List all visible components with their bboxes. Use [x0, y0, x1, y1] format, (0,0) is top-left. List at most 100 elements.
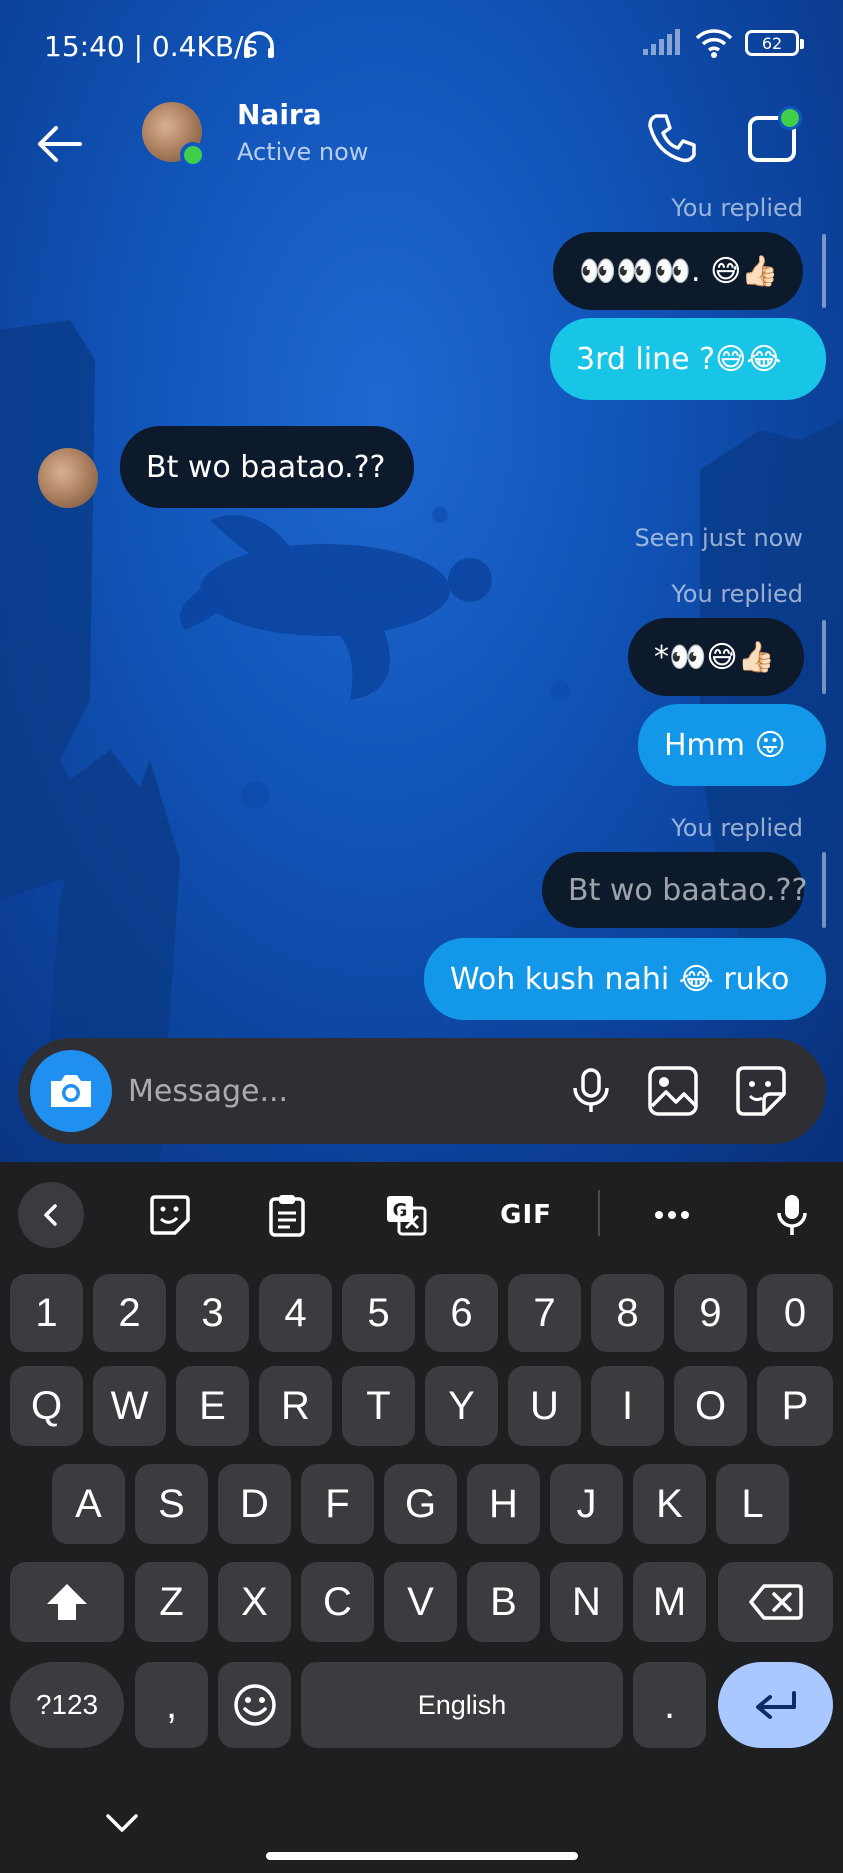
message-composer	[18, 1038, 826, 1144]
message-bubble-sent[interactable]: Woh kush nahi 😂 ruko	[424, 938, 826, 1020]
key-r[interactable]: R	[259, 1366, 332, 1446]
reply-indicator-bar	[822, 852, 826, 928]
key-b[interactable]: B	[467, 1562, 540, 1642]
contact-name[interactable]: Naira	[237, 98, 322, 131]
sticker-icon[interactable]	[734, 1064, 788, 1118]
period-key[interactable]: .	[633, 1662, 706, 1748]
key-l[interactable]: L	[716, 1464, 789, 1544]
key-0[interactable]: 0	[757, 1274, 833, 1352]
chevron-left-icon	[44, 1204, 57, 1226]
key-p[interactable]: P	[757, 1366, 833, 1446]
emoji-icon	[233, 1684, 276, 1726]
microphone-icon[interactable]	[566, 1066, 616, 1116]
emoji-key[interactable]	[218, 1662, 291, 1748]
key-j[interactable]: J	[550, 1464, 623, 1544]
wifi-icon	[695, 29, 733, 58]
key-c[interactable]: C	[301, 1562, 374, 1642]
key-a[interactable]: A	[52, 1464, 125, 1544]
online-indicator	[180, 142, 206, 168]
phone-icon[interactable]	[642, 108, 702, 168]
back-arrow-icon[interactable]	[30, 114, 90, 174]
gallery-icon[interactable]	[646, 1064, 700, 1118]
keyboard-hide-chevron-icon[interactable]	[100, 1802, 144, 1842]
translate-icon: G	[387, 1196, 427, 1236]
status-bar: 15:40 | 0.4KB/s 62	[0, 0, 843, 96]
status-icons: 62	[643, 28, 804, 58]
key-h[interactable]: H	[467, 1464, 540, 1544]
message-bubble-sent[interactable]: Bt wo baatao.??	[542, 852, 807, 928]
gif-label: GIF	[500, 1200, 552, 1230]
enter-key[interactable]	[718, 1662, 833, 1748]
key-2[interactable]: 2	[93, 1274, 166, 1352]
reply-label: You replied	[671, 814, 803, 842]
key-z[interactable]: Z	[135, 1562, 208, 1642]
clipboard-icon	[269, 1195, 305, 1237]
video-notification-dot	[778, 106, 802, 130]
comma-key[interactable]: ,	[135, 1662, 208, 1748]
camera-icon	[51, 1075, 91, 1107]
more-dots-icon	[655, 1211, 689, 1219]
reply-indicator-bar	[822, 620, 826, 694]
key-o[interactable]: O	[674, 1366, 747, 1446]
message-bubble-received[interactable]: Bt wo baatao.??	[120, 426, 414, 508]
home-indicator[interactable]	[266, 1852, 578, 1860]
key-w[interactable]: W	[93, 1366, 166, 1446]
message-bubble-sent[interactable]: 3rd line ?😅😂	[550, 318, 826, 400]
key-n[interactable]: N	[550, 1562, 623, 1642]
symbols-key[interactable]: ?123	[10, 1662, 124, 1748]
key-x[interactable]: X	[218, 1562, 291, 1642]
chat-area: 15:40 | 0.4KB/s 62 Naira Active now You …	[0, 0, 843, 1162]
space-key[interactable]: English	[301, 1662, 623, 1748]
message-bubble-sent[interactable]: *👀😅👍🏻	[628, 618, 804, 696]
key-7[interactable]: 7	[508, 1274, 581, 1352]
message-bubble-sent[interactable]: 👀👀👀. 😅👍🏻	[553, 232, 803, 310]
key-v[interactable]: V	[384, 1562, 457, 1642]
key-y[interactable]: Y	[425, 1366, 498, 1446]
key-g[interactable]: G	[384, 1464, 457, 1544]
sticker-icon	[150, 1195, 190, 1235]
key-3[interactable]: 3	[176, 1274, 249, 1352]
sticker-tool-button[interactable]	[140, 1186, 200, 1244]
voice-input-button[interactable]	[762, 1186, 822, 1244]
microphone-icon	[777, 1195, 807, 1235]
more-options-button[interactable]	[642, 1186, 702, 1244]
key-d[interactable]: D	[218, 1464, 291, 1544]
key-8[interactable]: 8	[591, 1274, 664, 1352]
headphones-icon	[244, 31, 274, 58]
contact-avatar-small[interactable]	[38, 448, 98, 508]
key-m[interactable]: M	[633, 1562, 706, 1642]
key-i[interactable]: I	[591, 1366, 664, 1446]
key-q[interactable]: Q	[10, 1366, 83, 1446]
contact-status: Active now	[237, 138, 369, 166]
message-bubble-sent[interactable]: Hmm 😛	[638, 704, 826, 786]
key-9[interactable]: 9	[674, 1274, 747, 1352]
enter-arrow-icon	[755, 1691, 796, 1719]
translate-tool-button[interactable]: G	[376, 1186, 436, 1244]
seen-label: Seen just now	[634, 524, 803, 552]
key-6[interactable]: 6	[425, 1274, 498, 1352]
key-s[interactable]: S	[135, 1464, 208, 1544]
key-e[interactable]: E	[176, 1366, 249, 1446]
message-input[interactable]	[128, 1060, 568, 1122]
clipboard-tool-button[interactable]	[257, 1186, 317, 1244]
toolbar-divider	[598, 1190, 600, 1236]
key-k[interactable]: K	[633, 1464, 706, 1544]
signal-icon	[643, 29, 680, 55]
battery-indicator: 62	[745, 30, 804, 56]
key-5[interactable]: 5	[342, 1274, 415, 1352]
shift-arrow-icon	[47, 1584, 87, 1620]
backspace-key[interactable]	[718, 1562, 833, 1642]
key-f[interactable]: F	[301, 1464, 374, 1544]
key-u[interactable]: U	[508, 1366, 581, 1446]
key-1[interactable]: 1	[10, 1274, 83, 1352]
keyboard: G GIF 1 2 3 4 5 6 7 8 9 0 Q W E R T Y U …	[0, 1162, 843, 1873]
reply-indicator-bar	[822, 234, 826, 308]
shift-key[interactable]	[10, 1562, 124, 1642]
status-time: 15:40 | 0.4KB/s	[44, 30, 259, 63]
reply-label: You replied	[671, 580, 803, 608]
key-4[interactable]: 4	[259, 1274, 332, 1352]
gif-tool-button[interactable]: GIF	[490, 1186, 562, 1244]
key-t[interactable]: T	[342, 1366, 415, 1446]
keyboard-collapse-toolbar-button[interactable]	[18, 1182, 84, 1248]
camera-button[interactable]	[30, 1050, 112, 1132]
